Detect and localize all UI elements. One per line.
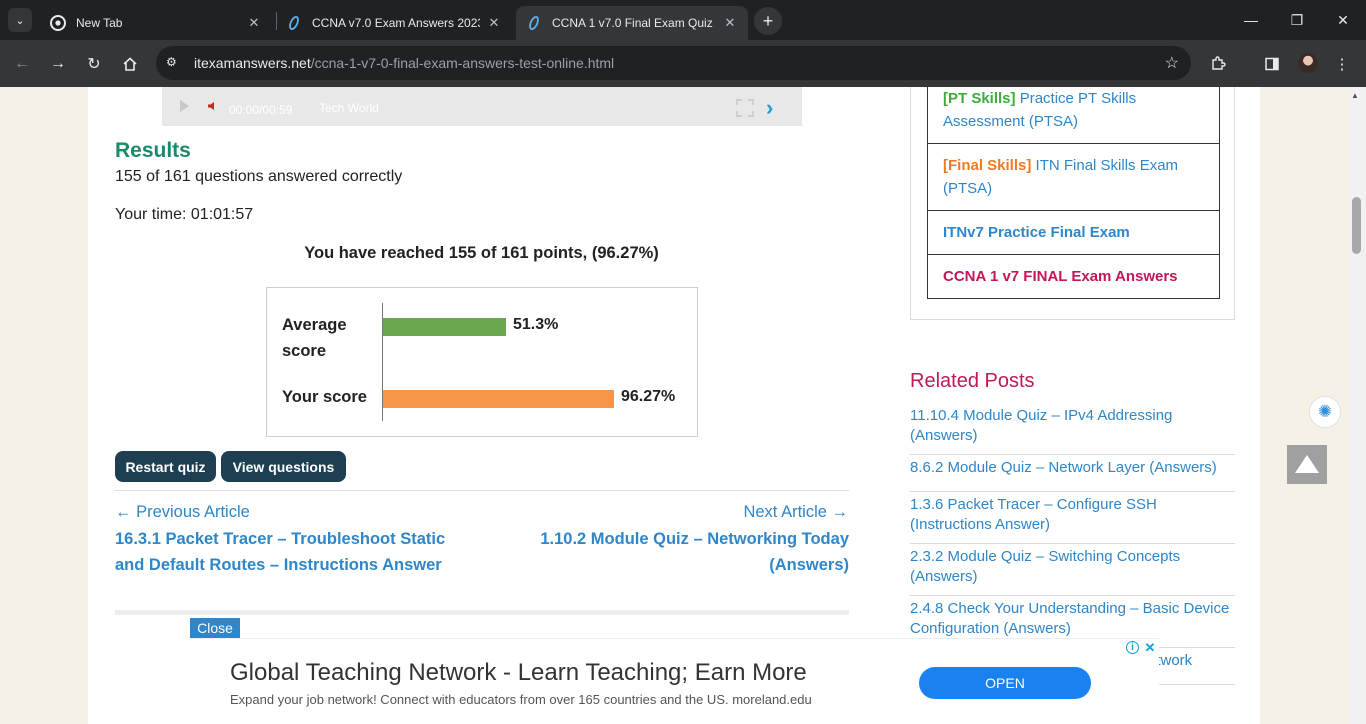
ad-close-button[interactable]: Close: [190, 618, 240, 638]
practice-final-link[interactable]: ITNv7 Practice Final Exam: [943, 224, 1130, 241]
points-summary: You have reached 155 of 161 points, (96.…: [304, 244, 659, 262]
tab-strip: ⌄ New Tab ✕ CCNA v7.0 Exam Answers 2023 …: [0, 0, 1366, 40]
home-icon: [123, 57, 137, 71]
chrome-icon: [50, 15, 66, 31]
video-time: 00:00/00:59: [229, 103, 293, 117]
close-icon: ✕: [1337, 11, 1349, 28]
reload-icon: ↻: [87, 56, 101, 73]
reload-button[interactable]: ↻: [80, 50, 108, 78]
back-button[interactable]: ←: [8, 50, 36, 78]
side-panel-button[interactable]: [1260, 52, 1284, 76]
final-skills-tag: [Final Skills]: [943, 157, 1032, 174]
browser-menu-button[interactable]: ⋮: [1330, 52, 1354, 76]
tab-ccna-final-exam-quiz[interactable]: CCNA 1 v7.0 Final Exam Quiz – ✕: [516, 6, 748, 40]
results-count: 155 of 161 questions answered correctly: [115, 168, 403, 185]
category-label-average: Average score: [282, 316, 347, 360]
video-player[interactable]: 00:00/00:59 Tech World ›: [162, 87, 802, 126]
restart-quiz-button[interactable]: Restart quiz: [115, 451, 216, 482]
site-favicon-icon: [526, 15, 542, 31]
restore-icon: ❐: [1290, 11, 1304, 28]
tab-ccna-exam-answers[interactable]: CCNA v7.0 Exam Answers 2023 ✕: [276, 6, 512, 40]
site-favicon-icon: [286, 15, 302, 31]
address-bar[interactable]: ⚙ itexamanswers.net/ccna-1-v7-0-final-ex…: [156, 46, 1191, 80]
close-tab-icon[interactable]: ✕: [246, 15, 262, 31]
web-page: 00:00/00:59 Tech World › Results 155 of …: [0, 87, 1366, 724]
ad-headline[interactable]: Global Teaching Network - Learn Teaching…: [230, 659, 807, 687]
fullscreen-icon[interactable]: [736, 99, 754, 117]
profile-avatar[interactable]: [1298, 53, 1318, 73]
value-label-average: 51.3%: [513, 316, 559, 333]
close-window-button[interactable]: ✕: [1320, 0, 1366, 40]
page-scrollbar[interactable]: ▲: [1348, 87, 1366, 724]
results-time: Your time: 01:01:57: [115, 206, 254, 223]
browser-toolbar: ← → ↻ ⚙ itexamanswers.net/ccna-1-v7-0-fi…: [0, 40, 1366, 87]
arrow-right-icon: →: [50, 55, 66, 72]
ai-assistant-icon[interactable]: ✺: [1309, 396, 1341, 428]
minimize-button[interactable]: —: [1228, 0, 1274, 40]
ad-banner[interactable]: i ✕ Global Teaching Network - Learn Teac…: [190, 638, 1159, 724]
side-panel-icon: [1265, 57, 1279, 71]
video-channel-label: Tech World: [319, 101, 379, 115]
scrollbar-thumb[interactable]: [1352, 197, 1361, 254]
ad-dismiss-icon[interactable]: ✕: [1143, 640, 1157, 655]
previous-article-link[interactable]: 16.3.1 Packet Tracer – Troubleshoot Stat…: [115, 526, 475, 578]
sidebar-item-pt-skills[interactable]: [PT Skills] Practice PT Skills Assessmen…: [927, 87, 1220, 144]
arrow-left-icon: ←: [14, 55, 30, 72]
category-label-your-score: Your score: [282, 388, 367, 406]
more-vertical-icon: ⋮: [1334, 56, 1350, 73]
related-post-link[interactable]: 8.6.2 Module Quiz – Network Layer (Answe…: [910, 455, 1235, 492]
restore-button[interactable]: ❐: [1274, 0, 1320, 40]
play-icon[interactable]: [180, 100, 189, 112]
sidebar-item-final-skills[interactable]: [Final Skills] ITN Final Skills Exam (PT…: [927, 144, 1220, 211]
close-tab-icon[interactable]: ✕: [722, 15, 738, 31]
forward-button[interactable]: →: [44, 50, 72, 78]
related-post-link[interactable]: 2.3.2 Module Quiz – Switching Concepts (…: [910, 544, 1235, 596]
tab-title: CCNA v7.0 Exam Answers 2023: [312, 16, 480, 30]
new-tab-button[interactable]: +: [754, 7, 782, 35]
plus-icon: +: [762, 10, 774, 31]
extensions-button[interactable]: [1206, 52, 1230, 76]
chevron-right-icon[interactable]: ›: [766, 95, 773, 121]
tab-search-button[interactable]: ⌄: [8, 8, 32, 32]
related-post-link[interactable]: 11.10.4 Module Quiz – IPv4 Addressing (A…: [910, 403, 1235, 455]
previous-article-label[interactable]: ← Previous Article: [115, 503, 250, 522]
bar-average-score: [383, 318, 506, 336]
next-article-link[interactable]: 1.10.2 Module Quiz – Networking Today (A…: [509, 526, 849, 578]
ad-description: Expand your job network! Connect with ed…: [230, 692, 812, 707]
score-chart: Average score Your score 51.3% 96.27%: [266, 287, 698, 437]
arrow-up-icon: [1295, 455, 1319, 473]
pt-skills-tag: [PT Skills]: [943, 90, 1016, 107]
ad-info-icon[interactable]: i: [1126, 641, 1139, 654]
tab-title: CCNA 1 v7.0 Final Exam Quiz –: [552, 16, 716, 30]
puzzle-icon: [1212, 56, 1226, 70]
sidebar-item-practice-final[interactable]: ITNv7 Practice Final Exam: [927, 211, 1220, 255]
home-button[interactable]: [116, 50, 144, 78]
results-title: Results: [115, 139, 191, 162]
bookmark-star-icon[interactable]: ☆: [1165, 53, 1179, 73]
related-posts-title: Related Posts: [910, 370, 1035, 392]
next-article-label[interactable]: Next Article →: [743, 503, 848, 522]
ad-open-button[interactable]: OPEN: [919, 667, 1091, 699]
chevron-down-icon: ⌄: [15, 14, 25, 27]
scroll-to-top-button[interactable]: [1287, 445, 1327, 484]
mute-icon[interactable]: [207, 101, 217, 111]
minimize-icon: —: [1244, 12, 1258, 28]
tab-title: New Tab: [76, 16, 123, 30]
url-text: itexamanswers.net/ccna-1-v7-0-final-exam…: [194, 55, 615, 71]
divider: [115, 490, 849, 491]
final-exam-answers-link[interactable]: CCNA 1 v7 FINAL Exam Answers: [943, 268, 1178, 285]
divider: [115, 610, 849, 615]
tab-new-tab[interactable]: New Tab ✕: [40, 6, 272, 40]
view-questions-button[interactable]: View questions: [221, 451, 346, 482]
sidebar-exam-table: [PT Skills] Practice PT Skills Assessmen…: [927, 87, 1220, 299]
close-tab-icon[interactable]: ✕: [486, 15, 502, 31]
bar-your-score: [383, 390, 614, 408]
value-label-your-score: 96.27%: [621, 388, 676, 405]
site-info-icon[interactable]: ⚙: [166, 55, 182, 71]
related-post-link[interactable]: 1.3.6 Packet Tracer – Configure SSH (Ins…: [910, 492, 1235, 544]
sidebar-item-final-exam-answers[interactable]: CCNA 1 v7 FINAL Exam Answers: [927, 255, 1220, 299]
scroll-up-icon[interactable]: ▲: [1351, 91, 1359, 100]
